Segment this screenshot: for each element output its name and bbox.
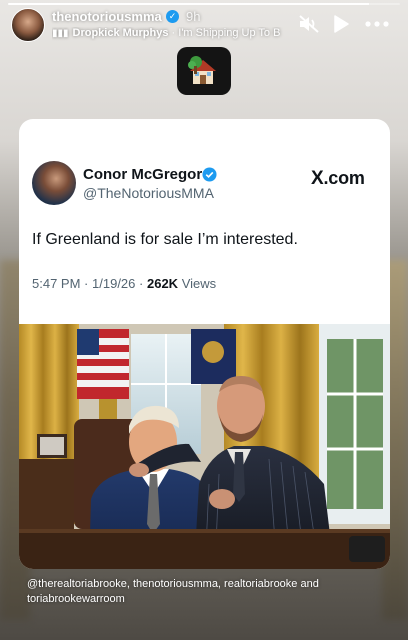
tweet-date: 1/19/26	[92, 276, 136, 291]
tweet-photo[interactable]	[19, 324, 390, 569]
tweet-meta: 5:47 PM · 1/19/26 · 262K Views	[32, 276, 216, 291]
meta-separator: ·	[139, 276, 144, 291]
verified-badge-icon: ✓	[166, 10, 179, 23]
tweet-author-name[interactable]: Conor McGregor	[83, 166, 202, 183]
music-artist: Dropkick Murphys	[72, 27, 169, 39]
play-icon[interactable]	[333, 15, 349, 33]
story-header: thenotoriousmma ✓ 9h ▮▮▮ Dropkick Murphys…	[0, 8, 408, 44]
house-with-tree-icon	[188, 56, 216, 84]
verified-badge-icon	[202, 167, 217, 182]
tweet-views-label: Views	[181, 276, 217, 291]
music-bars-icon: ▮▮▮	[52, 28, 69, 39]
tweet-author-avatar[interactable]	[32, 161, 76, 205]
tweet-views-count: 262K	[146, 276, 179, 291]
tweet-author-handle[interactable]: @TheNotoriousMMA	[83, 185, 214, 201]
tweet-card[interactable]: Conor McGregor @TheNotoriousMMA X.com If…	[19, 119, 390, 569]
tweet-text: If Greenland is for sale I’m interested.	[32, 231, 298, 248]
post-time: 9h	[186, 9, 201, 24]
house-sticker[interactable]	[177, 47, 231, 95]
music-song: I'm Shipping Up To B	[178, 27, 281, 39]
music-attribution[interactable]: ▮▮▮ Dropkick Murphys · I'm Shipping Up To…	[52, 27, 288, 41]
more-options-icon[interactable]	[364, 16, 390, 32]
meta-separator: ·	[84, 276, 89, 291]
mentions-text[interactable]: @therealtoriabrooke, thenotoriousmma, re…	[27, 577, 387, 607]
story-progress-fill	[8, 3, 369, 5]
speaker-muted-icon[interactable]	[298, 14, 320, 34]
music-separator: ·	[168, 27, 179, 39]
profile-avatar[interactable]	[11, 8, 45, 42]
username[interactable]: thenotoriousmma	[52, 9, 162, 24]
tweet-time: 5:47 PM	[32, 276, 81, 291]
x-domain-suffix: .com	[323, 168, 365, 188]
x-logo: X.com	[311, 168, 365, 190]
story-progress-bar	[8, 3, 400, 5]
x-logo-letter: X	[311, 168, 324, 189]
